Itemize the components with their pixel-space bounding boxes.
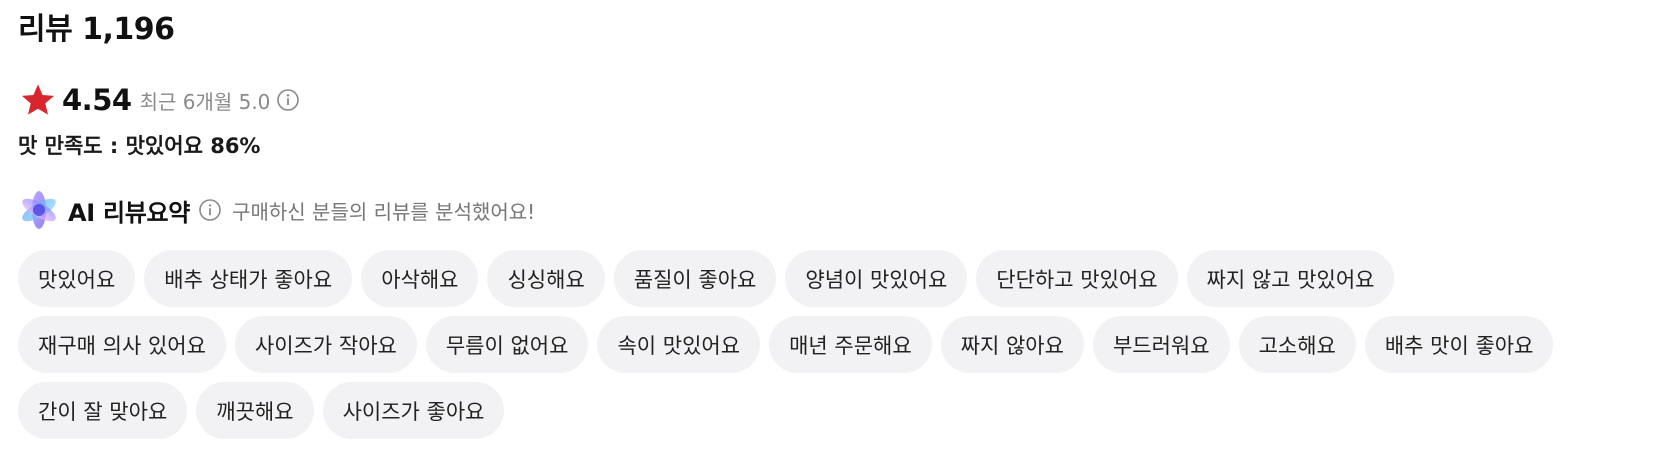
info-icon[interactable] <box>276 88 300 112</box>
review-section: 리뷰 1,196 4.54 최근 6개월 5.0 맛 만족도 : 맛있어요 86… <box>0 0 1671 460</box>
star-icon <box>21 84 55 115</box>
keyword-chip[interactable]: 짜지 않고 맛있어요 <box>1186 250 1395 307</box>
keyword-chip[interactable]: 짜지 않아요 <box>940 316 1084 373</box>
keyword-chip[interactable]: 싱싱해요 <box>487 250 605 307</box>
keyword-chip[interactable]: 사이즈가 작아요 <box>234 316 417 373</box>
keyword-chip[interactable]: 맛있어요 <box>18 250 136 307</box>
recent-rating-text: 최근 6개월 5.0 <box>139 89 271 114</box>
keyword-chip[interactable]: 고소해요 <box>1238 316 1356 373</box>
keyword-chip[interactable]: 깨끗해요 <box>196 382 314 439</box>
ai-sparkle-logo-icon <box>22 191 56 229</box>
keyword-chip[interactable]: 품질이 좋아요 <box>613 250 777 307</box>
keyword-chip[interactable]: 무름이 없어요 <box>425 316 589 373</box>
chip-row: 간이 잘 맞아요 깨끗해요 사이즈가 좋아요 <box>18 382 1668 439</box>
keyword-chip[interactable]: 부드러워요 <box>1092 316 1230 373</box>
review-count-title: 리뷰 1,196 <box>18 12 175 47</box>
chip-row: 재구매 의사 있어요 사이즈가 작아요 무름이 없어요 속이 맛있어요 매년 주… <box>18 316 1668 373</box>
review-keyword-chips: 맛있어요 배추 상태가 좋아요 아삭해요 싱싱해요 품질이 좋아요 양념이 맛있… <box>18 250 1668 448</box>
taste-satisfaction: 맛 만족도 : 맛있어요 86% <box>18 134 261 158</box>
keyword-chip[interactable]: 매년 주문해요 <box>769 316 932 373</box>
ai-summary-title: AI 리뷰요약 <box>68 198 191 227</box>
keyword-chip[interactable]: 양념이 맛있어요 <box>785 250 968 307</box>
keyword-chip[interactable]: 배추 맛이 좋아요 <box>1364 316 1554 373</box>
keyword-chip[interactable]: 단단하고 맛있어요 <box>976 250 1178 307</box>
keyword-chip[interactable]: 간이 잘 맞아요 <box>18 382 188 439</box>
keyword-chip[interactable]: 재구매 의사 있어요 <box>18 316 226 373</box>
rating-summary: 4.54 최근 6개월 5.0 <box>20 80 300 120</box>
keyword-chip[interactable]: 배추 상태가 좋아요 <box>144 250 353 307</box>
rating-score: 4.54 <box>62 83 132 117</box>
info-icon[interactable] <box>198 198 222 222</box>
keyword-chip[interactable]: 아삭해요 <box>361 250 479 307</box>
ai-summary-header: AI 리뷰요약 구매하신 분들의 리뷰를 분석했어요! <box>18 190 535 230</box>
ai-summary-description: 구매하신 분들의 리뷰를 분석했어요! <box>232 199 536 224</box>
keyword-chip[interactable]: 사이즈가 좋아요 <box>322 382 505 439</box>
keyword-chip[interactable]: 속이 맛있어요 <box>597 316 761 373</box>
chip-row: 맛있어요 배추 상태가 좋아요 아삭해요 싱싱해요 품질이 좋아요 양념이 맛있… <box>18 250 1668 307</box>
